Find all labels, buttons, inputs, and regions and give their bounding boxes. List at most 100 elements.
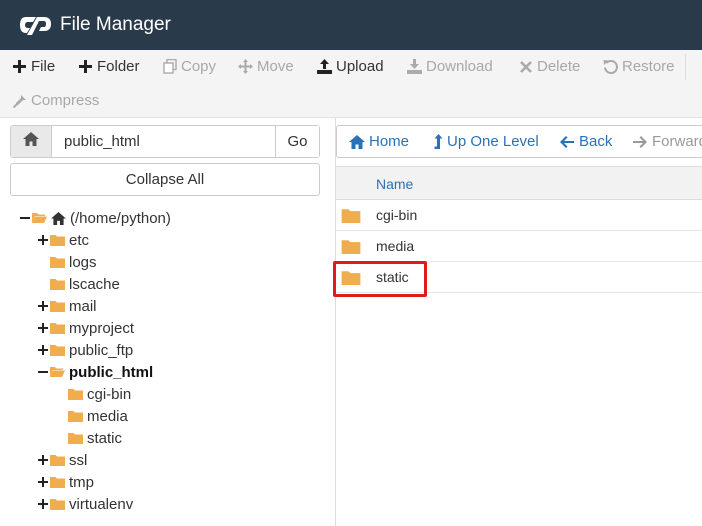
compress-label: Compress — [31, 92, 100, 109]
up-one-level-button[interactable]: Up One Level — [433, 133, 539, 150]
download-button[interactable]: Download — [407, 58, 493, 75]
back-button[interactable]: Back — [559, 133, 612, 150]
tree-node-media[interactable]: media — [68, 405, 128, 427]
copy-label: Copy — [181, 58, 217, 75]
forward-label: Forward — [652, 133, 702, 150]
column-label-name: Name — [376, 176, 414, 192]
tree-node-etc[interactable]: etc — [38, 229, 89, 251]
tree-label: cgi-bin — [87, 385, 132, 403]
expand-toggle-icon[interactable] — [38, 455, 48, 465]
home-icon — [51, 211, 66, 225]
home-path-button[interactable] — [11, 126, 52, 157]
go-button[interactable]: Go — [275, 126, 319, 157]
upload-button[interactable]: Upload — [317, 58, 384, 75]
compress-button[interactable]: Compress — [12, 92, 99, 109]
cpanel-logo-icon[interactable] — [20, 14, 52, 36]
up-one-level-label: Up One Level — [447, 133, 539, 150]
folder-icon — [50, 235, 65, 246]
app-header: File Manager — [0, 0, 702, 50]
tree-node-mail[interactable]: mail — [38, 295, 97, 317]
new-folder-label: Folder — [97, 58, 140, 75]
path-bar: Go — [10, 125, 320, 158]
tree-label: (/home/python) — [70, 209, 171, 227]
folder-icon — [50, 323, 65, 334]
plus-icon — [12, 59, 27, 74]
tree-node-cgi-bin[interactable]: cgi-bin — [68, 383, 131, 405]
tree-label: myproject — [69, 319, 135, 337]
folder-icon — [50, 477, 65, 488]
expand-toggle-icon[interactable] — [38, 301, 48, 311]
expand-toggle-icon[interactable] — [38, 235, 48, 245]
expand-toggle-icon[interactable] — [38, 499, 48, 509]
new-file-button[interactable]: File — [12, 58, 55, 75]
tree-label: tmp — [69, 473, 95, 491]
new-file-label: File — [31, 58, 56, 75]
toolbar: File Folder Copy Move Upload Download De… — [0, 50, 702, 118]
tree-node-myproject[interactable]: myproject — [38, 317, 134, 339]
tree-label: public_html — [69, 363, 154, 381]
tree-label: etc — [69, 231, 90, 249]
download-icon — [407, 59, 422, 74]
highlight-box — [333, 261, 427, 297]
level-up-icon — [433, 134, 443, 150]
file-row-media[interactable]: media — [336, 231, 702, 262]
move-button[interactable]: Move — [238, 58, 294, 75]
folder-icon — [68, 433, 83, 444]
tree-label: virtualenv — [69, 495, 134, 513]
expand-toggle-icon[interactable] — [38, 345, 48, 355]
home-label: Home — [369, 133, 410, 150]
arrow-right-icon — [632, 134, 648, 150]
folder-icon — [50, 301, 65, 312]
column-header-name[interactable]: Name — [336, 166, 702, 200]
tree-node-root[interactable]: (/home/python) — [20, 207, 171, 229]
copy-icon — [162, 59, 177, 74]
tree-node-tmp[interactable]: tmp — [38, 471, 94, 493]
compress-icon — [12, 93, 27, 108]
new-folder-button[interactable]: Folder — [78, 58, 140, 75]
tree-node-public-html[interactable]: public_html — [38, 361, 153, 383]
folder-icon — [341, 209, 361, 223]
collapse-all-button[interactable]: Collapse All — [10, 163, 320, 196]
app-title: File Manager — [60, 14, 171, 35]
tree-node-static[interactable]: static — [68, 427, 122, 449]
collapse-toggle-icon[interactable] — [20, 213, 30, 223]
path-input[interactable] — [52, 126, 275, 157]
restore-icon — [603, 59, 618, 74]
home-icon — [349, 134, 365, 150]
restore-label: Restore — [622, 58, 675, 75]
folder-icon — [50, 455, 65, 466]
open-folder-icon — [50, 367, 65, 377]
collapse-toggle-icon[interactable] — [38, 367, 48, 377]
open-folder-icon — [32, 213, 47, 223]
forward-button[interactable]: Forward — [632, 133, 702, 150]
tree-label: ssl — [69, 451, 88, 469]
back-label: Back — [579, 133, 613, 150]
tree-node-ssl[interactable]: ssl — [38, 449, 87, 471]
copy-button[interactable]: Copy — [162, 58, 216, 75]
file-row-cgi-bin[interactable]: cgi-bin — [336, 200, 702, 231]
delete-button[interactable]: Delete — [518, 58, 580, 75]
file-name: cgi-bin — [376, 207, 418, 223]
expand-toggle-icon[interactable] — [38, 323, 48, 333]
folder-icon — [50, 279, 65, 290]
tree-node-public-ftp[interactable]: public_ftp — [38, 339, 133, 361]
expand-toggle-icon[interactable] — [38, 477, 48, 487]
folder-icon — [50, 499, 65, 510]
delete-label: Delete — [537, 58, 581, 75]
file-name: media — [376, 238, 415, 254]
home-button[interactable]: Home — [349, 133, 409, 150]
arrow-left-icon — [559, 134, 575, 150]
restore-button[interactable]: Restore — [603, 58, 675, 75]
folder-icon — [50, 345, 65, 356]
home-icon — [23, 132, 39, 151]
move-icon — [238, 59, 253, 74]
toolbar-divider — [685, 54, 686, 80]
navigation-bar: Home Up One Level Back Forward — [336, 125, 702, 158]
tree-node-virtualenv[interactable]: virtualenv — [38, 493, 133, 515]
folder-icon — [341, 240, 361, 254]
tree-node-lscache[interactable]: lscache — [50, 273, 120, 295]
tree-label: lscache — [69, 275, 120, 293]
download-label: Download — [426, 58, 493, 75]
tree-node-logs[interactable]: logs — [50, 251, 97, 273]
tree-label: logs — [69, 253, 97, 271]
